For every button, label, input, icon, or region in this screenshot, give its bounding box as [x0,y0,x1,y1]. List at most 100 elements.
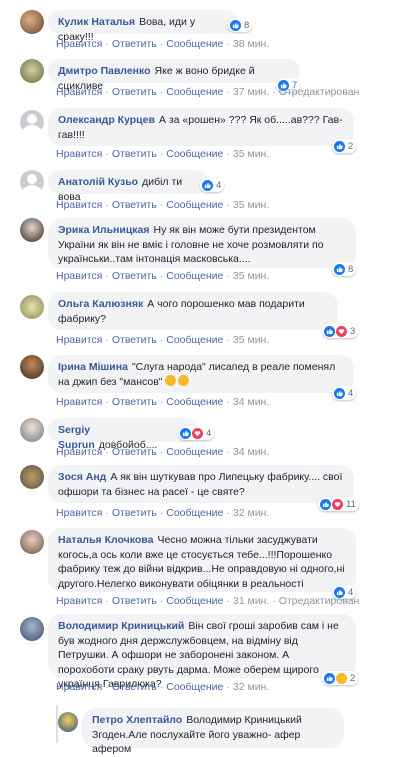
avatar[interactable] [20,218,44,242]
avatar[interactable] [20,617,44,641]
like-icon [324,672,335,684]
reply-button[interactable]: Ответить [112,446,157,458]
avatar[interactable] [20,110,44,134]
comment-bubble: Ольга Калюзняк А чого порошенко мав подар… [48,292,338,330]
reaction-count[interactable]: 11 [318,497,359,511]
message-button[interactable]: Сообщение [166,681,223,693]
reply-button[interactable]: Ответить [112,38,157,50]
like-button[interactable]: Нравится [56,446,102,458]
like-button[interactable]: Нравится [56,38,102,50]
avatar[interactable] [20,170,44,194]
like-icon [334,387,345,399]
comment-bubble: Олександр Курцев А за «рошен» ??? Як об..… [48,108,354,146]
comment-actions: Нравится · Ответить · Сообщение · 31 мин. · Отре… [56,595,360,607]
comment-author[interactable]: Олександр Курцев [58,114,155,126]
message-button[interactable]: Сообщение [166,270,223,282]
edited-label[interactable]: Отредактирован [279,595,360,607]
reply-button[interactable]: Ответить [112,507,157,519]
message-button[interactable]: Сообщение [166,595,223,607]
comment-author[interactable]: Кулик Наталья [58,16,135,28]
timestamp[interactable]: 32 мин. [233,681,269,693]
reply-thread-line [56,705,58,743]
reply-button[interactable]: Ответить [112,199,157,211]
avatar[interactable] [20,418,44,442]
reaction-count[interactable]: 4 [178,426,215,440]
comment-author[interactable]: Володимир Криницький [58,620,184,632]
timestamp[interactable]: 31 мин. [233,595,269,607]
avatar[interactable] [58,712,78,732]
like-button[interactable]: Нравится [56,148,102,160]
avatar[interactable] [20,355,44,379]
timestamp[interactable]: 34 мин. [233,396,269,408]
reaction-count[interactable]: 8 [332,262,357,276]
avatar[interactable] [20,59,44,83]
reply-button[interactable]: Ответить [112,86,157,98]
message-button[interactable]: Сообщение [166,446,223,458]
grin-emoji-icon [164,374,176,386]
reply-button[interactable]: Ответить [112,396,157,408]
comment-author[interactable]: Ірина Мішина [58,361,128,373]
love-icon [332,498,343,510]
comment-author[interactable]: Эрика Ильницкая [58,224,150,236]
reply-button[interactable]: Ответить [112,595,157,607]
edited-label[interactable]: Отредактирован [279,86,360,98]
sad-icon [336,672,347,684]
comment-author[interactable]: Дмитро Павленко [58,65,151,77]
reaction-count[interactable]: 2 [332,139,357,153]
comment-author[interactable]: Петро Хлептайло [92,714,182,726]
like-button[interactable]: Нравится [56,86,102,98]
comment-bubble: Sergiy Suprun довбойоб.... [48,418,198,451]
timestamp[interactable]: 37 мин. [233,86,269,98]
comment-author[interactable]: Наталья Клочкова [58,534,153,546]
avatar[interactable] [20,295,44,319]
comment-bubble: Дмитро Павленко Яке ж воно бридке й сцикл… [48,59,300,92]
like-button[interactable]: Нравится [56,396,102,408]
comment-author[interactable]: Анатолій Кузьо [58,176,138,188]
reaction-count[interactable]: 4 [200,178,225,192]
message-button[interactable]: Сообщение [166,199,223,211]
timestamp[interactable]: 35 мин. [233,270,269,282]
message-button[interactable]: Сообщение [166,334,223,346]
like-button[interactable]: Нравится [56,270,102,282]
reply-button[interactable]: Ответить [112,148,157,160]
comment-bubble: Володимир Криницький Він свої гроші зароб… [48,614,356,690]
message-button[interactable]: Сообщение [166,396,223,408]
reply-button[interactable]: Ответить [112,334,157,346]
reply-button[interactable]: Ответить [112,681,157,693]
like-icon [334,140,345,152]
message-button[interactable]: Сообщение [166,507,223,519]
like-button[interactable]: Нравится [56,681,102,693]
reaction-count[interactable]: 2 [322,671,359,685]
comment-bubble: Кулик Наталья Вова, иди у сраку!!! [48,10,238,43]
message-button[interactable]: Сообщение [166,148,223,160]
reaction-count[interactable]: 3 [322,324,359,338]
avatar[interactable] [20,465,44,489]
message-button[interactable]: Сообщение [166,86,223,98]
like-icon [334,263,345,275]
avatar[interactable] [20,10,44,34]
like-button[interactable]: Нравится [56,199,102,211]
comment-author[interactable]: Ольга Калюзняк [58,298,143,310]
timestamp[interactable]: 38 мин. [233,38,269,50]
comment-author[interactable]: Зося Анд [58,471,106,483]
comment-actions: Нравится · Ответить · Сообщение · 35 мин. [56,148,270,160]
like-button[interactable]: Нравится [56,507,102,519]
reply-button[interactable]: Ответить [112,270,157,282]
comment-bubble: Ірина Мішина "Слуга народа" лисапед в реа… [48,355,354,393]
comment-actions: Нравится · Ответить · Сообщение · 34 мин. [56,446,270,458]
like-button[interactable]: Нравится [56,595,102,607]
timestamp[interactable]: 35 мин. [233,334,269,346]
comment-actions: Нравится · Ответить · Сообщение · 35 мин. [56,334,270,346]
like-button[interactable]: Нравится [56,334,102,346]
like-icon [202,179,213,191]
timestamp[interactable]: 35 мин. [233,199,269,211]
reply-bubble: Петро Хлептайло Володимир Криницький Згод… [82,708,344,755]
message-button[interactable]: Сообщение [166,38,223,50]
reaction-count[interactable]: 4 [332,386,357,400]
timestamp[interactable]: 32 мин. [233,507,269,519]
avatar[interactable] [20,530,44,554]
comment-bubble: Зося Анд А як він шуткував про Липецьку ф… [48,465,354,503]
timestamp[interactable]: 34 мин. [233,446,269,458]
timestamp[interactable]: 35 мин. [233,148,269,160]
reaction-count[interactable]: 8 [228,18,253,32]
